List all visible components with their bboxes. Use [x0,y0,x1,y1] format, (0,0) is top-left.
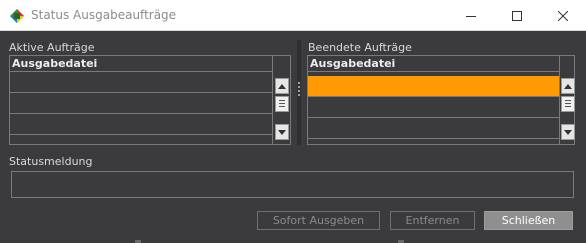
table-row[interactable] [10,93,272,114]
scroll-down-button[interactable] [561,124,575,140]
status-message-field [11,171,574,198]
arrow-up-icon [564,83,572,89]
arrow-down-icon [564,129,572,135]
maximize-button[interactable] [494,0,540,31]
active-jobs-scrollbar[interactable] [275,76,290,140]
table-row[interactable] [10,114,272,135]
scroll-down-button[interactable] [275,124,289,140]
splitter-grip [298,82,300,84]
splitter-grip [298,90,300,92]
window-title: Status Ausgabeaufträge [31,8,177,22]
status-window: Status Ausgabeaufträge Aktive Aufträge A… [0,0,586,243]
scroll-thumb[interactable] [561,96,575,112]
close-window-button[interactable] [540,0,586,31]
splitter-grip [298,94,300,96]
active-jobs-column-header[interactable]: Ausgabedatei [10,56,272,72]
active-jobs-list[interactable]: Ausgabedatei [9,55,291,145]
maximize-icon [512,10,522,21]
close-button[interactable]: Schließen [484,211,573,230]
active-jobs-label: Aktive Aufträge [9,41,95,54]
output-now-button[interactable]: Sofort Ausgeben [257,211,380,230]
minimize-button[interactable] [448,0,494,31]
table-row[interactable] [10,72,272,93]
scrollbar-divider [559,56,560,144]
table-row[interactable] [308,118,559,139]
panel-splitter[interactable] [297,40,301,145]
finished-jobs-list[interactable]: Ausgabedatei [307,55,575,145]
remove-button[interactable]: Entfernen [390,211,475,230]
title-bar[interactable]: Status Ausgabeaufträge [0,0,586,31]
table-row-selected[interactable] [308,76,559,97]
scroll-up-button[interactable] [275,78,289,94]
close-icon [558,10,568,21]
splitter-grip [298,86,300,88]
finished-jobs-column-header[interactable]: Ausgabedatei [308,56,559,72]
arrow-up-icon [278,83,286,89]
table-row[interactable] [308,97,559,118]
finished-jobs-label: Beendete Aufträge [308,41,412,54]
app-logo-icon [9,8,25,24]
minimize-icon [466,15,476,17]
scrollbar-divider [272,56,273,144]
arrow-down-icon [278,129,286,135]
status-label: Statusmeldung [9,155,93,168]
finished-jobs-scrollbar[interactable] [561,76,576,140]
scroll-up-button[interactable] [561,78,575,94]
scroll-thumb[interactable] [275,96,289,112]
